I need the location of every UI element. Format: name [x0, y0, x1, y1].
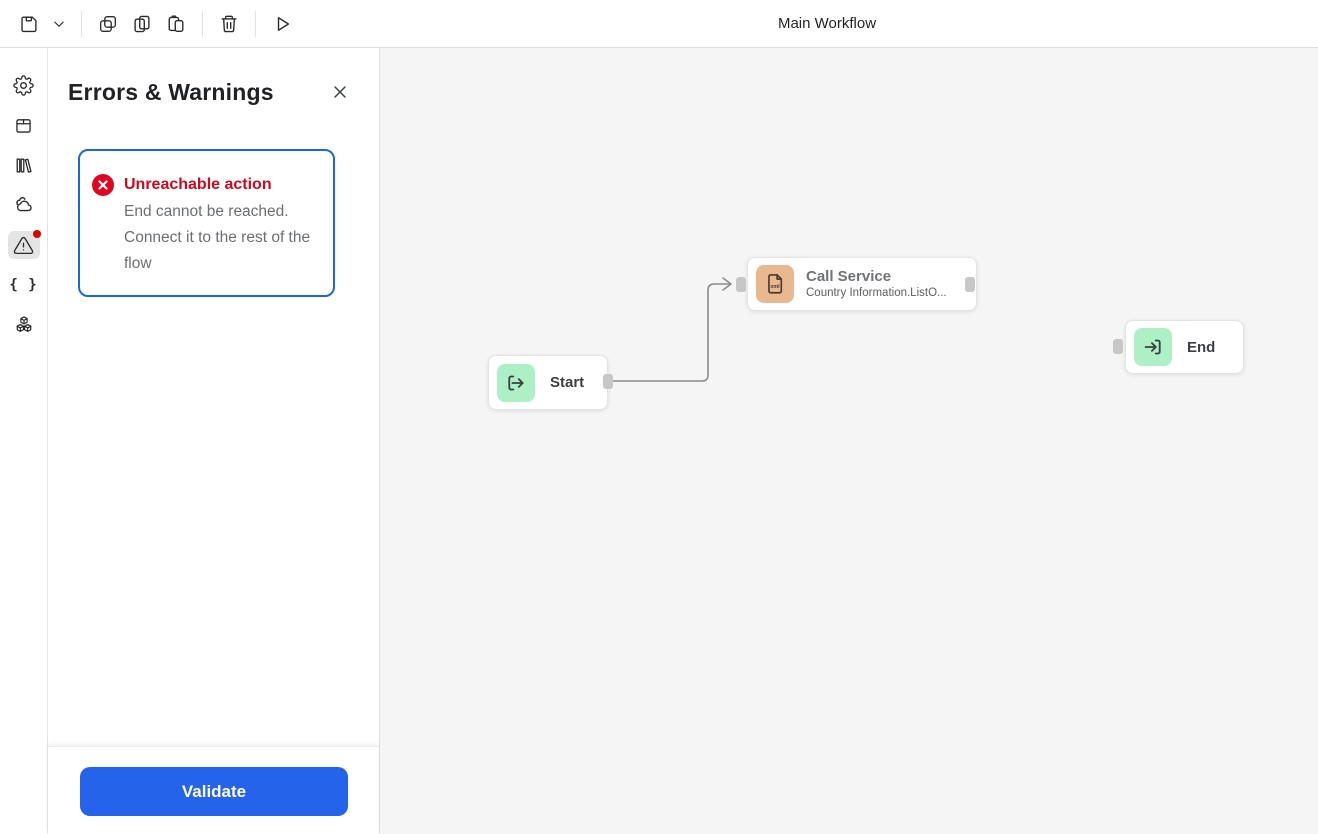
- flow-end-icon: [1134, 328, 1172, 366]
- error-title: Unreachable action: [124, 176, 272, 193]
- x-circle-icon: [98, 180, 108, 190]
- close-panel-button[interactable]: [327, 79, 353, 105]
- warning-triangle-icon: [13, 236, 34, 254]
- clouds-icon: [15, 197, 32, 212]
- node-start-output-port[interactable]: [603, 374, 613, 389]
- node-call-service[interactable]: xml Call Service Country Information.Lis…: [747, 257, 977, 311]
- panel-header: Errors & Warnings: [48, 48, 379, 128]
- save-button[interactable]: [12, 7, 46, 41]
- toolbar-divider: [81, 10, 82, 37]
- error-count-badge: [32, 230, 41, 238]
- save-icon: [21, 15, 37, 32]
- play-icon: [277, 16, 290, 31]
- node-call-service-subtitle: Country Information.ListO...: [806, 287, 947, 299]
- xml-label: xml: [770, 284, 780, 290]
- errors-warnings-panel: Errors & Warnings Unreachable action End…: [48, 48, 425, 834]
- node-end[interactable]: End: [1125, 320, 1244, 374]
- workflow-editor: Main Workflow {} Errors & Warnings Unre…: [0, 0, 1318, 834]
- error-texts: Unreachable action End cannot be reached…: [124, 173, 317, 277]
- error-message: End cannot be reached. Connect it to the…: [124, 203, 311, 272]
- toolbar-divider: [255, 10, 256, 37]
- validate-button[interactable]: Validate: [80, 767, 348, 816]
- sidebar-item-library[interactable]: [8, 151, 40, 179]
- edge-start-to-call-service: [611, 277, 732, 382]
- copy-button[interactable]: [125, 7, 159, 41]
- error-severity-icon: [92, 174, 114, 196]
- sidebar-item-cloud[interactable]: [8, 191, 40, 219]
- delete-button[interactable]: [212, 7, 246, 41]
- node-call-service-input-port[interactable]: [736, 277, 746, 292]
- left-icon-rail: { }: [0, 48, 48, 834]
- duplicate-icon: [99, 15, 117, 32]
- flow-canvas[interactable]: Start xml Call Service Country Informati…: [380, 48, 1318, 834]
- node-call-service-output-port[interactable]: [965, 277, 975, 292]
- sidebar-item-warnings[interactable]: [7, 230, 41, 259]
- modules-icon: [16, 316, 31, 333]
- top-toolbar: Main Workflow: [0, 0, 1318, 48]
- paste-button[interactable]: [159, 7, 193, 41]
- package-icon: [16, 118, 31, 133]
- error-card-unreachable-action[interactable]: Unreachable action End cannot be reached…: [78, 149, 335, 297]
- braces-icon: { }: [9, 277, 38, 293]
- library-icon: [16, 158, 32, 173]
- copy-icon: [134, 15, 150, 32]
- node-start[interactable]: Start: [488, 355, 608, 410]
- node-call-service-title: Call Service: [806, 268, 892, 285]
- node-start-label: Start: [550, 374, 585, 391]
- gear-icon: [13, 74, 34, 96]
- chevron-down-icon: [54, 21, 64, 27]
- node-call-service-texts: Call Service Country Information.ListO..…: [806, 267, 947, 301]
- node-end-input-port[interactable]: [1113, 339, 1123, 354]
- duplicate-button[interactable]: [91, 7, 125, 41]
- xml-document-icon: xml: [756, 265, 794, 303]
- page-title: Main Workflow: [777, 15, 877, 32]
- sidebar-item-modules[interactable]: [8, 311, 40, 339]
- errors-list: Unreachable action End cannot be reached…: [48, 128, 379, 746]
- trash-icon: [221, 15, 237, 32]
- sidebar-item-package[interactable]: [8, 111, 40, 139]
- run-button[interactable]: [265, 7, 299, 41]
- panel-title: Errors & Warnings: [68, 78, 274, 105]
- paste-icon: [168, 15, 184, 32]
- panel-footer: Validate: [48, 746, 379, 834]
- sidebar-item-settings[interactable]: [8, 71, 40, 99]
- close-icon: [334, 86, 346, 98]
- save-options-button[interactable]: [46, 7, 72, 41]
- flow-start-icon: [497, 363, 535, 402]
- toolbar-divider: [202, 10, 203, 37]
- sidebar-item-variables[interactable]: { }: [8, 271, 40, 299]
- node-end-label: End: [1187, 338, 1216, 356]
